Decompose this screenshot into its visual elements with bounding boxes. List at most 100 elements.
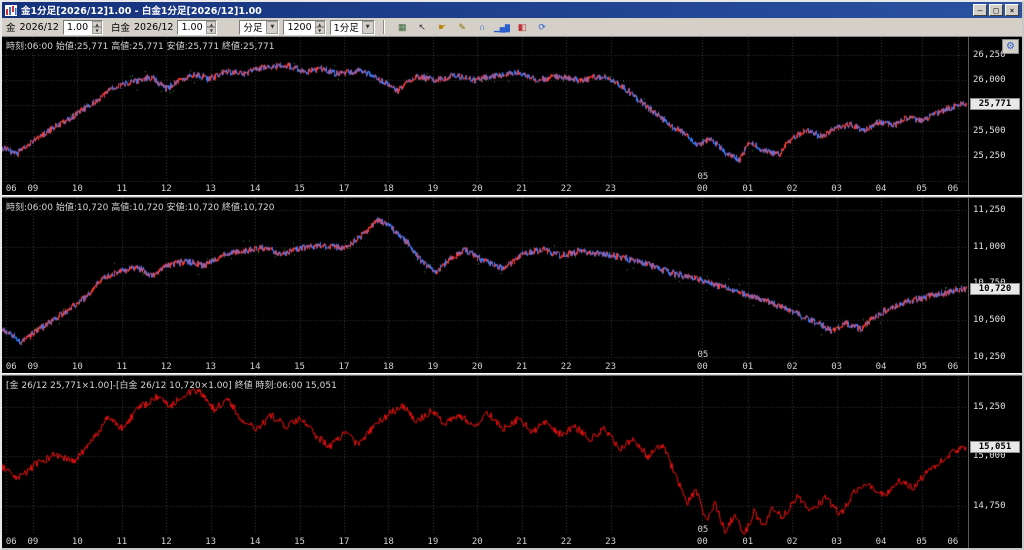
toolbar-icon-group: ▦ ↖ ☛ ✎ ∩ ▁▄▆ ▮▯ ⟳ <box>392 19 551 35</box>
gold-multiplier-spinner[interactable]: 1.00 ▲ ▼ <box>62 19 103 35</box>
x-axis-label: 14 <box>249 362 261 372</box>
x-axis-label: 21 <box>516 184 528 194</box>
x-axis-label: 06 <box>5 362 17 372</box>
period-value: 分足 <box>243 23 263 34</box>
spread-line-chart[interactable] <box>2 376 968 535</box>
chevron-down-icon[interactable]: ▼ <box>361 20 374 34</box>
x-axis-label: 21 <box>516 362 528 372</box>
pencil-icon: ✎ <box>458 21 465 32</box>
x-axis-label: 13 <box>205 537 217 547</box>
x-axis-label: 13 <box>205 184 217 194</box>
bar-count-spinner[interactable]: 1200 ▲ ▼ <box>283 19 326 35</box>
last-price-badge: 25,771 <box>970 98 1020 111</box>
window-controls: – □ × <box>973 4 1019 16</box>
gold-candlestick-chart[interactable] <box>2 37 968 182</box>
y-axis-label: 25,500 <box>973 125 1006 136</box>
x-axis-label: 18 <box>382 537 394 547</box>
x-axis-label: 20 <box>471 537 483 547</box>
x-axis-label: 11 <box>116 184 128 194</box>
spinner-arrows-icon[interactable]: ▲ ▼ <box>314 20 325 34</box>
x-axis-label: 22 <box>560 362 572 372</box>
y-axis-label: 14,750 <box>973 500 1006 511</box>
toolbar-separator <box>382 20 385 34</box>
x-axis-label: 06 <box>5 537 17 547</box>
date-change-label: 05 <box>697 525 709 535</box>
platinum-chart-panel[interactable]: 時刻:06:00 始値:10,720 高値:10,720 安値:10,720 終… <box>2 198 1022 373</box>
x-axis-label: 06 <box>947 184 959 194</box>
close-button[interactable]: × <box>1005 4 1019 16</box>
gold-chart-panel[interactable]: 時刻:06:00 始値:25,771 高値:25,771 安値:25,771 終… <box>2 37 1022 195</box>
x-axis-label: 04 <box>875 537 887 547</box>
x-axis-label: 02 <box>786 184 798 194</box>
board-button[interactable]: ▦ <box>392 19 411 35</box>
y-axis-label: 11,250 <box>973 204 1006 215</box>
x-axis-label: 02 <box>786 537 798 547</box>
maximize-button[interactable]: □ <box>989 4 1003 16</box>
x-axis-label: 15 <box>294 184 305 194</box>
x-axis-label: 03 <box>831 537 843 547</box>
date-change-label: 05 <box>697 350 709 360</box>
refresh-icon: ⟳ <box>538 21 545 32</box>
pointer-button[interactable]: ↖ <box>412 19 431 35</box>
candle-chart-button[interactable]: ▮▯ <box>512 19 531 35</box>
gold-x-axis: 06 09 10 11 12 13 14 15 17 18 19 20 21 22 23 00 01 02 03 04… <box>2 182 968 195</box>
x-axis-label: 03 <box>831 362 843 372</box>
x-axis-label: 10 <box>71 537 83 547</box>
x-axis-label: 11 <box>116 362 128 372</box>
interval-select[interactable]: 1分足 ▼ <box>329 19 375 35</box>
x-axis-label: 09 <box>27 362 39 372</box>
bar-chart-icon: ▁▄▆ <box>493 21 511 32</box>
y-axis-label: 15,250 <box>973 402 1006 413</box>
bar-chart-button[interactable]: ▁▄▆ <box>492 19 511 35</box>
x-axis-label: 19 <box>427 362 439 372</box>
chevron-down-icon[interactable]: ▼ <box>266 20 279 34</box>
spinner-arrows-icon[interactable]: ▲ ▼ <box>91 20 102 34</box>
period-select[interactable]: 分足 ▼ <box>239 19 280 35</box>
magnet-button[interactable]: ∩ <box>472 19 491 35</box>
platinum-multiplier-spinner[interactable]: 1.00 ▲ ▼ <box>177 19 218 35</box>
spread-chart-panel[interactable]: [金 26/12 25,771×1.00]-[白金 26/12 10,720×1… <box>2 376 1022 548</box>
hand-button[interactable]: ☛ <box>432 19 451 35</box>
y-axis-label: 10,250 <box>973 352 1006 363</box>
board-icon: ▦ <box>397 21 406 32</box>
candle-chart-icon: ▮▯ <box>517 21 527 32</box>
x-axis-label: 22 <box>560 537 572 547</box>
x-axis-label: 19 <box>427 184 439 194</box>
x-axis-label: 03 <box>831 184 843 194</box>
x-axis-label: 00 <box>696 184 708 194</box>
app-window: 金1分足[2026/12]1.00 - 白金1分足[2026/12]1.00 –… <box>0 0 1024 550</box>
x-axis-label: 00 <box>696 362 708 372</box>
x-axis-label: 05 <box>916 184 928 194</box>
platinum-candlestick-chart[interactable] <box>2 198 968 360</box>
app-icon <box>5 4 17 16</box>
hand-icon: ☛ <box>438 21 446 32</box>
gold-label: 金 <box>6 23 16 34</box>
x-axis-label: 21 <box>516 537 528 547</box>
pointer-icon: ↖ <box>418 21 425 32</box>
gold-contract-label: 2026/12 <box>19 21 59 33</box>
spinner-arrows-icon[interactable]: ▲ ▼ <box>206 20 217 34</box>
y-axis-label: 10,500 <box>973 315 1006 326</box>
gold-ohlc-info: 時刻:06:00 始値:25,771 高値:25,771 安値:25,771 終… <box>6 42 275 52</box>
toolbar: 金 2026/12 1.00 ▲ ▼ 白金 2026/12 1.00 ▲ ▼ 分足 … <box>2 18 1022 37</box>
refresh-button[interactable]: ⟳ <box>532 19 551 35</box>
x-axis-label: 12 <box>160 184 172 194</box>
x-axis-label: 01 <box>742 537 754 547</box>
x-axis-label: 23 <box>605 184 616 194</box>
interval-value: 1分足 <box>333 23 359 34</box>
platinum-contract-label: 2026/12 <box>134 21 174 33</box>
title-bar[interactable]: 金1分足[2026/12]1.00 - 白金1分足[2026/12]1.00 –… <box>2 2 1022 18</box>
x-axis-label: 11 <box>116 537 128 547</box>
wrench-icon[interactable]: ⚙ <box>1002 39 1019 54</box>
last-price-badge: 15,051 <box>970 441 1020 454</box>
x-axis-label: 05 <box>916 362 928 372</box>
gold-y-axis: 26,25026,00025,75025,50025,25025,771 <box>968 37 1022 195</box>
x-axis-label: 04 <box>875 184 887 194</box>
x-axis-label: 10 <box>71 362 83 372</box>
x-axis-label: 19 <box>427 537 439 547</box>
x-axis-label: 17 <box>338 537 350 547</box>
x-axis-label: 17 <box>338 362 350 372</box>
minimize-button[interactable]: – <box>973 4 987 16</box>
pencil-button[interactable]: ✎ <box>452 19 471 35</box>
x-axis-label: 17 <box>338 184 350 194</box>
